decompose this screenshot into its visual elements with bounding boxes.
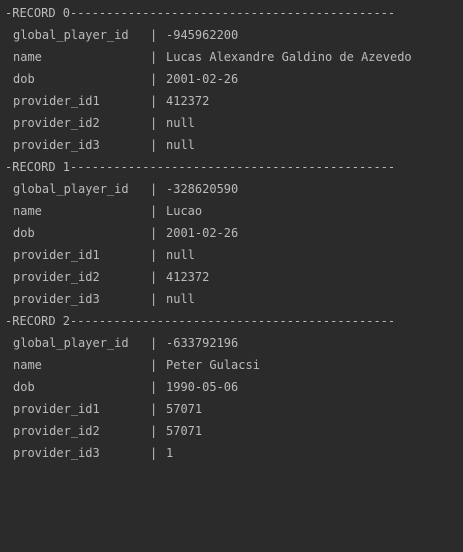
field-key: provider_id1 bbox=[13, 248, 100, 262]
field-separator: | bbox=[150, 380, 158, 394]
field-key: dob bbox=[13, 226, 35, 240]
field-separator: | bbox=[150, 226, 158, 240]
record-field-row: provider_id1 | 412372 bbox=[0, 90, 209, 112]
field-separator: | bbox=[150, 336, 158, 350]
field-separator: | bbox=[150, 28, 158, 42]
field-value: Peter Gulacsi bbox=[166, 358, 260, 372]
record-field-row: provider_id2 | 412372 bbox=[0, 266, 209, 288]
field-key: provider_id3 bbox=[13, 292, 100, 306]
field-value: null bbox=[166, 138, 195, 152]
field-separator: | bbox=[150, 116, 158, 130]
field-key: global_player_id bbox=[13, 182, 129, 196]
field-key: name bbox=[13, 204, 42, 218]
field-value: 1 bbox=[166, 446, 174, 460]
field-separator: | bbox=[150, 292, 158, 306]
record-field-row: global_player_id | -328620590 bbox=[0, 178, 238, 200]
field-separator: | bbox=[150, 204, 158, 218]
field-key: name bbox=[13, 358, 42, 372]
field-value: 2001-02-26 bbox=[166, 72, 239, 86]
field-separator: | bbox=[150, 402, 158, 416]
field-separator: | bbox=[150, 50, 158, 64]
record-field-row: provider_id1 | 57071 bbox=[0, 398, 202, 420]
record-field-row: provider_id1 | null bbox=[0, 244, 195, 266]
field-key: provider_id3 bbox=[13, 138, 100, 152]
field-separator: | bbox=[150, 270, 158, 284]
record-field-row: dob | 2001-02-26 bbox=[0, 222, 238, 244]
field-value: -328620590 bbox=[166, 182, 239, 196]
record-header: -RECORD 2-------------------------------… bbox=[5, 314, 396, 328]
field-value: 1990-05-06 bbox=[166, 380, 239, 394]
record-field-row: dob | 2001-02-26 bbox=[0, 68, 238, 90]
field-value: Lucas Alexandre Galdino de Azevedo bbox=[166, 50, 412, 64]
field-value: 57071 bbox=[166, 424, 203, 438]
record-field-row: dob | 1990-05-06 bbox=[0, 376, 238, 398]
field-separator: | bbox=[150, 446, 158, 460]
record-field-row: name | Peter Gulacsi bbox=[0, 354, 260, 376]
field-separator: | bbox=[150, 424, 158, 438]
record-field-row: provider_id2 | null bbox=[0, 112, 195, 134]
field-key: provider_id3 bbox=[13, 446, 100, 460]
record-field-row: global_player_id | -945962200 bbox=[0, 24, 238, 46]
record-field-row: provider_id3 | 1 bbox=[0, 442, 173, 464]
field-key: name bbox=[13, 50, 42, 64]
record-field-row: global_player_id | -633792196 bbox=[0, 332, 238, 354]
field-value: -945962200 bbox=[166, 28, 239, 42]
field-key: provider_id2 bbox=[13, 424, 100, 438]
field-value: null bbox=[166, 248, 195, 262]
field-key: global_player_id bbox=[13, 336, 129, 350]
field-key: provider_id1 bbox=[13, 402, 100, 416]
record-field-row: provider_id3 | null bbox=[0, 288, 195, 310]
field-value: 412372 bbox=[166, 94, 210, 108]
field-key: dob bbox=[13, 72, 35, 86]
record-field-row: name | Lucao bbox=[0, 200, 202, 222]
field-value: 2001-02-26 bbox=[166, 226, 239, 240]
field-value: 412372 bbox=[166, 270, 210, 284]
field-value: Lucao bbox=[166, 204, 203, 218]
field-key: dob bbox=[13, 380, 35, 394]
record-header: -RECORD 0-------------------------------… bbox=[5, 6, 396, 20]
field-separator: | bbox=[150, 72, 158, 86]
field-key: global_player_id bbox=[13, 28, 129, 42]
field-value: -633792196 bbox=[166, 336, 239, 350]
record-header: -RECORD 1-------------------------------… bbox=[5, 160, 396, 174]
field-separator: | bbox=[150, 94, 158, 108]
field-separator: | bbox=[150, 138, 158, 152]
record-field-row: name | Lucas Alexandre Galdino de Azeved… bbox=[0, 46, 412, 68]
field-separator: | bbox=[150, 182, 158, 196]
field-value: 57071 bbox=[166, 402, 203, 416]
console-output: -RECORD 0-------------------------------… bbox=[0, 0, 463, 474]
record-field-row: provider_id2 | 57071 bbox=[0, 420, 202, 442]
field-value: null bbox=[166, 116, 195, 130]
field-key: provider_id1 bbox=[13, 94, 100, 108]
field-key: provider_id2 bbox=[13, 270, 100, 284]
field-separator: | bbox=[150, 358, 158, 372]
field-separator: | bbox=[150, 248, 158, 262]
field-value: null bbox=[166, 292, 195, 306]
field-key: provider_id2 bbox=[13, 116, 100, 130]
record-field-row: provider_id3 | null bbox=[0, 134, 195, 156]
